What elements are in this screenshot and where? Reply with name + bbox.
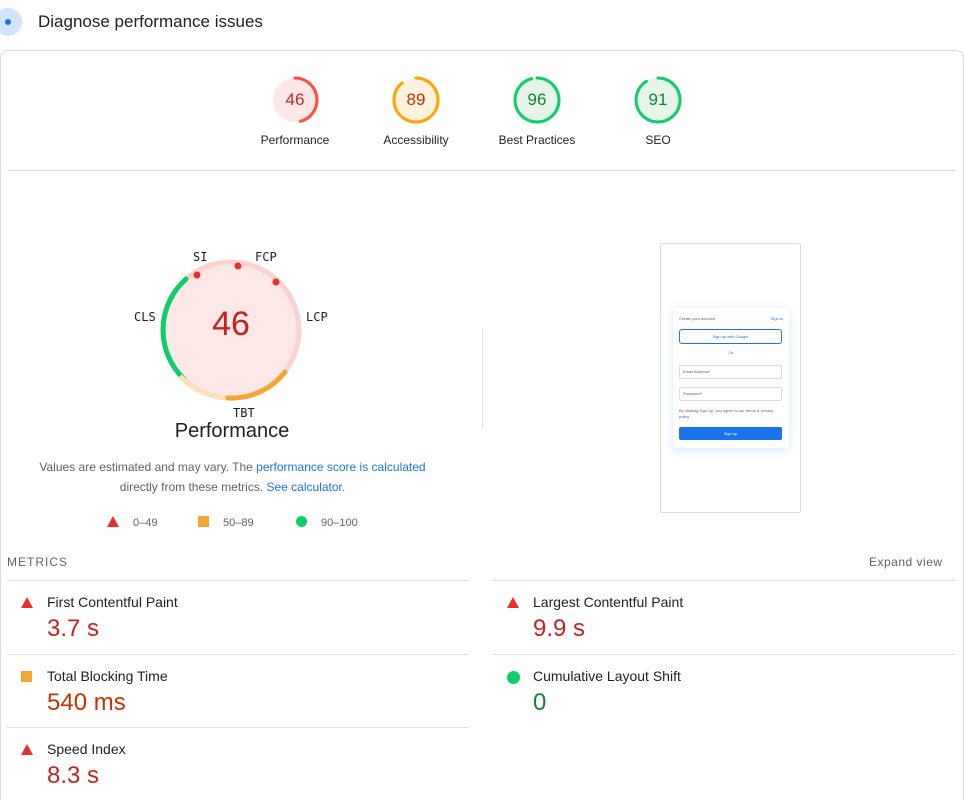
fail-triangle-icon	[21, 597, 33, 608]
legend-fail-label: 0–49	[133, 517, 158, 529]
note-prefix: Values are estimated and may vary. The	[39, 460, 257, 474]
card-email-field: Email Address*	[679, 365, 782, 379]
fail-triangle-icon	[507, 597, 519, 608]
metric-name: Total Blocking Time	[47, 668, 168, 684]
card-password-field: Password*	[679, 387, 782, 401]
legend-pass-label: 90–100	[321, 517, 358, 529]
tag-lcp: LCP	[306, 310, 328, 324]
tag-tbt: TBT	[233, 406, 255, 420]
metric-cls: Cumulative Layout Shift 0	[493, 654, 955, 727]
metric-value: 540 ms	[47, 689, 126, 716]
divider	[7, 170, 955, 171]
note-middle: directly from these metrics.	[119, 480, 267, 494]
metric-name: Speed Index	[47, 741, 126, 757]
performance-score: 46	[212, 305, 250, 343]
fail-triangle-icon	[21, 744, 33, 755]
pass-circle-icon	[507, 671, 520, 684]
metrics-heading: METRICS	[7, 555, 68, 569]
gauge-label: Performance	[260, 133, 330, 147]
metric-value: 3.7 s	[47, 615, 100, 642]
gauge-score: 96	[527, 90, 547, 109]
expand-view-button[interactable]: Expand view	[869, 555, 943, 569]
score-note: Values are estimated and may vary. The p…	[20, 457, 445, 497]
metric-value: 0	[533, 689, 547, 716]
gauge-score: 89	[406, 90, 426, 109]
metric-name: First Contentful Paint	[47, 594, 178, 610]
card-google-button: Sign up with Google	[679, 329, 782, 344]
si-marker	[193, 271, 201, 279]
legend-average: 50–89	[198, 516, 254, 529]
average-square-icon	[21, 671, 32, 682]
category-gauges: 46 Performance 89 Accessibility 96 Best …	[240, 75, 720, 165]
metric-name: Largest Contentful Paint	[533, 594, 684, 610]
lcp-marker	[272, 278, 280, 286]
fcp-marker	[234, 262, 242, 270]
card-signin: Sign in	[770, 316, 783, 321]
gauge-score: 46	[285, 90, 305, 109]
tag-fcp: FCP	[255, 250, 277, 264]
diagnose-icon	[0, 8, 22, 36]
gauge-label: Accessibility	[383, 133, 449, 147]
gauge-best-practices[interactable]: 96 Best Practices	[482, 75, 592, 147]
pass-circle-icon	[296, 516, 307, 527]
card-or: Or	[728, 350, 734, 355]
metric-value: 8.3 s	[47, 762, 100, 789]
section-header: Diagnose performance issues	[0, 0, 964, 44]
metric-value: 9.9 s	[533, 615, 586, 642]
score-calculated-link[interactable]: performance score is calculated	[256, 460, 425, 474]
metric-lcp: Largest Contentful Paint 9.9 s	[493, 580, 955, 653]
tag-si: SI	[193, 250, 208, 264]
gauge-score: 91	[648, 90, 668, 109]
gauge-accessibility[interactable]: 89 Accessibility	[361, 75, 471, 147]
card-title: Create your account	[679, 316, 716, 321]
fail-triangle-icon	[107, 516, 119, 527]
card-signup-button: Sign up	[679, 427, 782, 440]
section-title: Diagnose performance issues	[38, 12, 263, 31]
gauge-performance[interactable]: 46 Performance	[240, 75, 350, 147]
legend-fail: 0–49	[107, 516, 157, 529]
see-calculator-link[interactable]: See calculator.	[266, 480, 345, 494]
tag-cls: CLS	[134, 310, 156, 324]
column-divider	[482, 328, 483, 428]
gauge-label: SEO	[645, 133, 671, 147]
signup-card: Create your account Sign in Sign up with…	[673, 308, 789, 448]
card-terms: By clicking Sign Up, you agree to our te…	[679, 408, 774, 419]
gauge-seo[interactable]: 91 SEO	[603, 75, 713, 147]
metric-tbt: Total Blocking Time 540 ms	[7, 654, 469, 727]
page-screenshot: Create your account Sign in Sign up with…	[660, 243, 801, 513]
metric-name: Cumulative Layout Shift	[533, 668, 681, 684]
legend-average-label: 50–89	[223, 517, 254, 529]
gauge-label: Best Practices	[498, 133, 576, 147]
metric-si: Speed Index 8.3 s	[7, 727, 469, 800]
metric-fcp: First Contentful Paint 3.7 s	[7, 580, 469, 653]
legend-pass: 90–100	[296, 516, 358, 529]
average-square-icon	[198, 516, 209, 527]
performance-title: Performance	[174, 420, 290, 442]
